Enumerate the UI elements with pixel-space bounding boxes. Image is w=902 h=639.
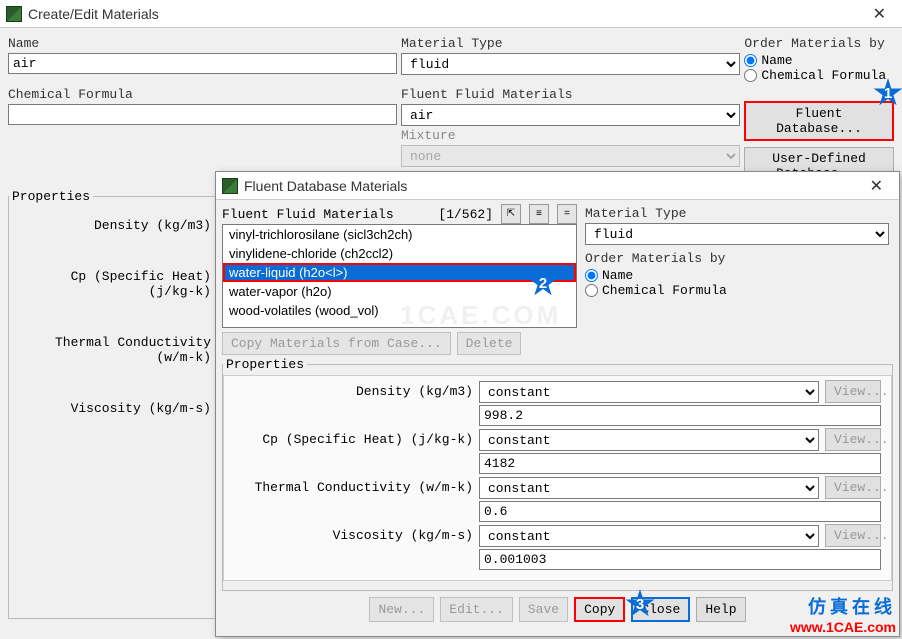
prop-cp-label: Cp (Specific Heat) (j/kg-k) — [17, 263, 215, 305]
new-button: New... — [369, 597, 434, 622]
list-item[interactable]: vinyl-trichlorosilane (sicl3ch2ch) — [223, 225, 576, 244]
dialog-titlebar: Fluent Database Materials ✕ — [216, 172, 899, 200]
prop-label-visc: Viscosity (kg/m-s) — [228, 528, 473, 543]
save-button: Save — [519, 597, 568, 622]
window-title: Create/Edit Materials — [28, 6, 863, 22]
view-button: View... — [825, 380, 881, 403]
fluent-database-button[interactable]: Fluent Database... — [744, 101, 894, 141]
dlg-order-name-input[interactable] — [585, 269, 598, 282]
app-icon — [222, 178, 238, 194]
prop-tc-label: Thermal Conductivity (w/m-k) — [17, 329, 215, 371]
dlg-properties-legend: Properties — [223, 357, 307, 372]
dlg-order-label: Order Materials by — [585, 249, 889, 268]
mixture-select: none — [401, 145, 740, 167]
edit-button: Edit... — [440, 597, 513, 622]
close-icon[interactable]: ✕ — [860, 176, 893, 196]
prop-value-cp[interactable] — [479, 453, 881, 474]
order-formula-radio-input[interactable] — [744, 69, 757, 82]
order-name-radio-input[interactable] — [744, 54, 757, 67]
list-select-all-icon[interactable]: ≡ — [529, 204, 549, 224]
dlg-list-label: Fluent Fluid Materials — [222, 207, 394, 222]
prop-type-tc[interactable]: constant — [479, 477, 819, 499]
prop-value-tc[interactable] — [479, 501, 881, 522]
formula-input[interactable] — [8, 104, 397, 125]
list-item[interactable]: water-liquid (h2o<l>) — [223, 263, 576, 282]
dlg-mat-type-label: Material Type — [585, 204, 889, 223]
dlg-order-formula-input[interactable] — [585, 284, 598, 297]
view-button: View... — [825, 524, 881, 547]
view-button: View... — [825, 428, 881, 451]
name-input[interactable] — [8, 53, 397, 74]
list-item[interactable]: wood-volatiles (wood_vol) — [223, 301, 576, 320]
delete-button: Delete — [457, 332, 522, 355]
app-icon — [6, 6, 22, 22]
prop-type-visc[interactable]: constant — [479, 525, 819, 547]
list-item[interactable]: water-vapor (h2o) — [223, 282, 576, 301]
dlg-order-formula-radio[interactable]: Chemical Formula — [585, 283, 889, 298]
list-item[interactable]: vinylidene-chloride (ch2ccl2) — [223, 244, 576, 263]
prop-label-cp: Cp (Specific Heat) (j/kg-k) — [228, 432, 473, 447]
order-name-radio[interactable]: Name — [744, 53, 894, 68]
dlg-order-name-radio[interactable]: Name — [585, 268, 889, 283]
view-button: View... — [825, 476, 881, 499]
fluent-database-dialog: Fluent Database Materials ✕ Fluent Fluid… — [215, 171, 900, 637]
material-type-select[interactable]: fluid — [401, 53, 740, 75]
fluent-fluid-label: Fluent Fluid Materials — [401, 85, 740, 104]
formula-label: Chemical Formula — [8, 85, 397, 104]
watermark: 仿真在线 www.1CAE.com — [790, 593, 896, 635]
help-button[interactable]: Help — [696, 597, 745, 622]
dialog-title: Fluent Database Materials — [244, 178, 860, 194]
properties-scroll[interactable]: Density (kg/m3) constant View... Cp (Spe… — [223, 375, 892, 581]
prop-label-tc: Thermal Conductivity (w/m-k) — [228, 480, 473, 495]
prop-value-density[interactable] — [479, 405, 881, 426]
materials-listbox[interactable]: vinyl-trichlorosilane (sicl3ch2ch) vinyl… — [222, 224, 577, 328]
dlg-mat-type-select[interactable]: fluid — [585, 223, 889, 245]
watermark-text: 仿真在线 — [790, 593, 896, 619]
dlg-list-count: [1/562] — [438, 207, 493, 222]
name-label: Name — [8, 34, 397, 53]
prop-type-density[interactable]: constant — [479, 381, 819, 403]
prop-density-label: Density (kg/m3) — [17, 212, 215, 239]
prop-visc-label: Viscosity (kg/m-s) — [17, 395, 215, 422]
properties-legend: Properties — [9, 189, 93, 204]
list-deselect-icon[interactable]: = — [557, 204, 577, 224]
prop-label-density: Density (kg/m3) — [228, 384, 473, 399]
order-label: Order Materials by — [744, 34, 894, 53]
copy-from-case-button: Copy Materials from Case... — [222, 332, 451, 355]
list-expand-icon[interactable]: ⇱ — [501, 204, 521, 224]
dlg-properties-group: Properties Density (kg/m3) constant View… — [222, 357, 893, 591]
prop-type-cp[interactable]: constant — [479, 429, 819, 451]
watermark-url: www.1CAE.com — [790, 619, 896, 635]
order-formula-radio[interactable]: Chemical Formula — [744, 68, 894, 83]
prop-value-visc[interactable] — [479, 549, 881, 570]
mixture-label: Mixture — [401, 126, 740, 145]
main-titlebar: Create/Edit Materials ✕ — [0, 0, 902, 28]
close-icon[interactable]: ✕ — [863, 4, 896, 24]
copy-button[interactable]: Copy — [574, 597, 625, 622]
fluent-fluid-select[interactable]: air — [401, 104, 740, 126]
material-type-label: Material Type — [401, 34, 740, 53]
